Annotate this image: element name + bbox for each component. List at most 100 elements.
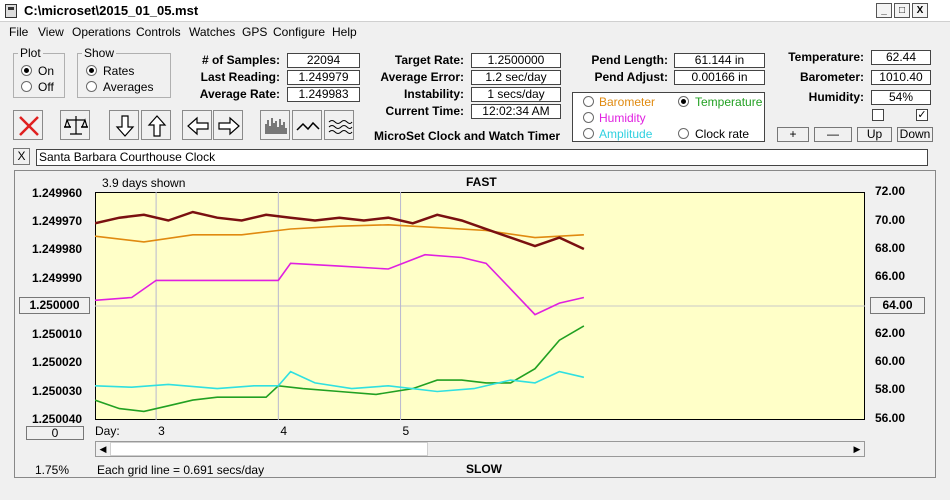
scale-down-button[interactable]: Down [897, 127, 933, 142]
day-tick-label: 5 [402, 424, 410, 438]
scroll-thumb[interactable] [110, 442, 428, 456]
line-graph-button[interactable] [292, 110, 322, 140]
scroll-right-arrow-icon[interactable]: ▶ [850, 442, 864, 456]
samples-field: 22094 [287, 53, 360, 68]
overlay-amplitude-radio[interactable] [583, 128, 594, 139]
slow-label: SLOW [466, 462, 502, 476]
overlay-humidity-radio[interactable] [583, 112, 594, 123]
bar-graph-icon [265, 118, 287, 134]
last-reading-label: Last Reading: [200, 70, 280, 84]
left-value-button[interactable]: 0 [26, 426, 84, 440]
arrow-down-icon [115, 115, 135, 137]
plot-on-label: On [38, 64, 55, 78]
overlay-clock-rate-label: Clock rate [695, 127, 750, 141]
plot-area[interactable] [95, 192, 865, 420]
target-rate-label: Target Rate: [394, 53, 464, 67]
scale-minus-button[interactable]: — [814, 127, 852, 142]
minimize-button[interactable]: _ [876, 3, 892, 18]
wave-graph-button[interactable] [324, 110, 354, 140]
app-name-label: MicroSet Clock and Watch Timer [374, 129, 561, 143]
clear-clock-button[interactable]: X [13, 148, 30, 165]
right-center-button[interactable]: 64.00 [870, 297, 925, 314]
overlay-barometer-radio[interactable] [583, 96, 594, 107]
humidity-field: 54% [871, 90, 931, 105]
average-error-label: Average Error: [380, 70, 464, 84]
arrow-left-icon [187, 116, 209, 136]
left-tick-label: 1.250040 [32, 412, 83, 426]
menu-file[interactable]: File [9, 25, 28, 39]
day-tick-label: 3 [158, 424, 165, 438]
fast-label: FAST [466, 175, 497, 189]
left-tick-label: 1.250010 [32, 327, 83, 341]
average-rate-label: Average Rate: [199, 87, 280, 101]
clock-name-field[interactable]: Santa Barbara Courthouse Clock [36, 149, 928, 166]
env-checkbox-2[interactable]: ✓ [916, 109, 928, 121]
pend-length-field: 61.144 in [674, 53, 765, 68]
arrow-right-icon [218, 116, 240, 136]
menu-gps[interactable]: GPS [242, 25, 267, 39]
menu-watches[interactable]: Watches [189, 25, 235, 39]
right-tick-label: 60.00 [875, 354, 906, 368]
humidity-label: Humidity: [808, 90, 864, 104]
left-tick-label: 1.249970 [32, 214, 83, 228]
red-x-icon [19, 116, 39, 136]
right-tick-label: 62.00 [875, 326, 906, 340]
show-rates-radio[interactable] [86, 65, 97, 76]
plot-off-label: Off [38, 80, 54, 94]
right-tick-label: 66.00 [875, 269, 906, 283]
right-tick-label: 56.00 [875, 411, 906, 425]
overlay-temperature-label: Temperature [695, 95, 763, 109]
scale-plus-button[interactable]: + [777, 127, 809, 142]
menu-view[interactable]: View [38, 25, 64, 39]
scales-icon [64, 116, 88, 135]
left-tick-label: 1.250020 [32, 355, 83, 369]
menu-controls[interactable]: Controls [136, 25, 181, 39]
shift-left-button[interactable] [182, 110, 212, 140]
scale-up-button[interactable]: Up [857, 127, 892, 142]
menu-operations[interactable]: Operations [72, 25, 131, 39]
menu-help[interactable]: Help [332, 25, 357, 39]
shift-down-button[interactable] [109, 110, 139, 140]
day-tick-label: 4 [280, 424, 288, 438]
balance-button[interactable] [60, 110, 90, 140]
app-icon [5, 4, 17, 18]
plot-on-radio[interactable] [21, 65, 32, 76]
current-time-field: 12:02:34 AM [471, 104, 561, 119]
delete-button[interactable] [13, 110, 43, 140]
left-center-button[interactable]: 1.250000 [19, 297, 90, 314]
show-averages-label: Averages [103, 80, 154, 94]
instability-field: 1 secs/day [471, 87, 561, 102]
close-button[interactable]: X [912, 3, 928, 18]
samples-label: # of Samples: [201, 53, 280, 67]
day-axis-label: Day: [95, 424, 120, 438]
horizontal-scrollbar[interactable]: ◀ ▶ [95, 441, 865, 457]
overlay-humidity-label: Humidity [599, 111, 646, 125]
barometer-field: 1010.40 [871, 70, 931, 85]
maximize-button[interactable]: □ [894, 3, 910, 18]
overlay-temperature-radio[interactable] [678, 96, 689, 107]
menu-configure[interactable]: Configure [273, 25, 325, 39]
left-tick-label: 1.250030 [32, 384, 83, 398]
right-tick-label: 58.00 [875, 382, 906, 396]
pend-adjust-field: 0.00166 in [674, 70, 765, 85]
env-checkbox-1[interactable] [872, 109, 884, 121]
overlay-clock-rate-radio[interactable] [678, 128, 689, 139]
scroll-left-arrow-icon[interactable]: ◀ [96, 442, 110, 456]
instability-label: Instability: [403, 87, 464, 101]
target-rate-field[interactable]: 1.2500000 [471, 53, 561, 68]
bar-graph-button[interactable] [260, 110, 290, 140]
shift-right-button[interactable] [213, 110, 243, 140]
right-tick-label: 72.00 [875, 184, 906, 198]
show-rates-label: Rates [103, 64, 135, 78]
plot-off-radio[interactable] [21, 81, 32, 92]
arrow-up-icon [147, 115, 167, 137]
title-bar: C:\microset\2015_01_05.mst _ □ X [0, 0, 950, 22]
show-averages-radio[interactable] [86, 81, 97, 92]
shift-up-button[interactable] [141, 110, 171, 140]
temperature-label: Temperature: [788, 50, 864, 64]
overlay-barometer-label: Barometer [599, 95, 656, 109]
window-title: C:\microset\2015_01_05.mst [24, 3, 199, 18]
last-reading-field: 1.249979 [287, 70, 360, 85]
pend-length-label: Pend Length: [591, 53, 668, 67]
percent-label: 1.75% [35, 463, 70, 477]
